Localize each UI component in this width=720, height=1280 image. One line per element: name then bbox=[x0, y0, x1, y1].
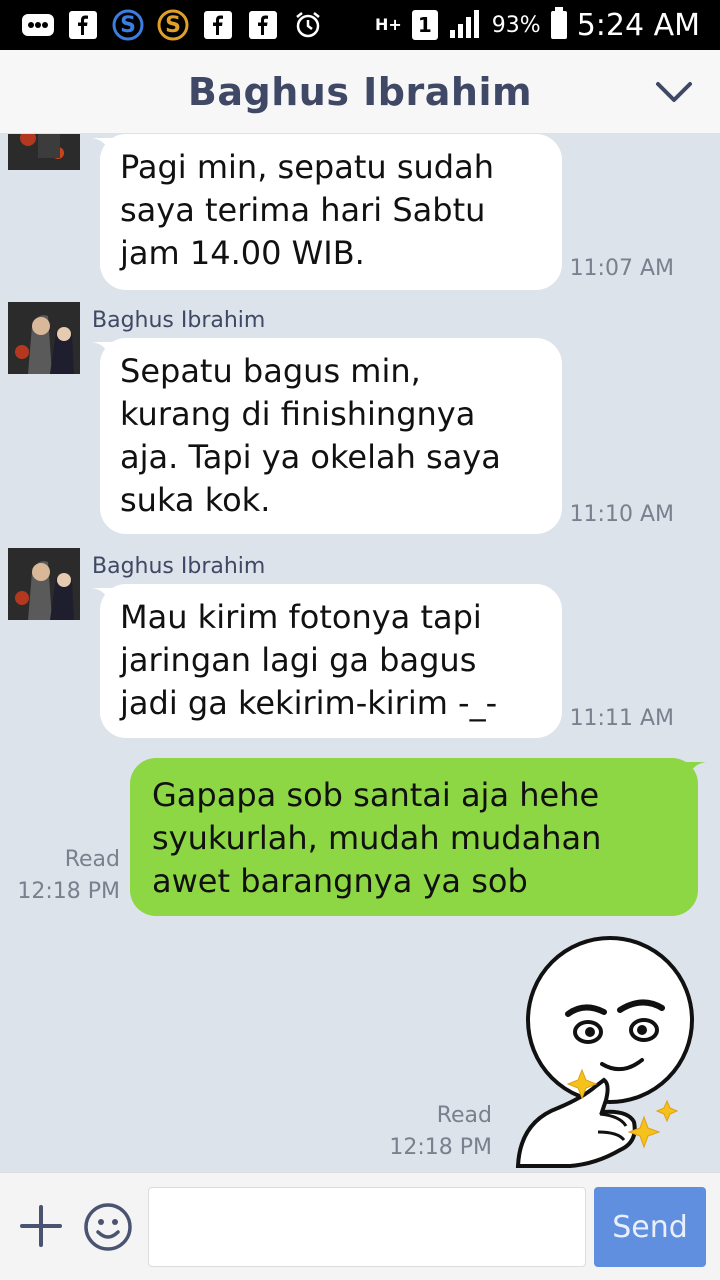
avatar[interactable] bbox=[8, 302, 80, 374]
send-button[interactable]: Send bbox=[594, 1187, 706, 1267]
message-bubble[interactable]: Mau kirim fotonya tapi jaringan lagi ga … bbox=[100, 584, 562, 738]
plus-icon[interactable] bbox=[18, 1203, 64, 1249]
read-receipt: Read 12:18 PM bbox=[10, 844, 120, 908]
sender-name: Baghus Ibrahim bbox=[92, 308, 266, 333]
message-time: 11:07 AM bbox=[569, 256, 674, 281]
read-label: Read bbox=[436, 1103, 492, 1128]
network-type: H+ bbox=[374, 15, 402, 34]
signal-icon bbox=[448, 8, 482, 42]
alarm-icon bbox=[292, 10, 324, 40]
message-time: 12:18 PM bbox=[389, 1135, 492, 1160]
message-bubble[interactable]: Pagi min, sepatu sudah saya terima hari … bbox=[100, 134, 562, 290]
battery-percent: 93% bbox=[491, 12, 541, 38]
read-receipt: Read 12:18 PM bbox=[380, 1100, 492, 1164]
notification-icons: S S bbox=[0, 9, 324, 41]
message-input-bar: Send bbox=[0, 1172, 720, 1280]
emoji-icon[interactable] bbox=[82, 1201, 134, 1253]
message-text: Pagi min, sepatu sudah saya terima hari … bbox=[120, 148, 494, 272]
status-bar: S S H+ 1 93% 5:24 AM bbox=[0, 0, 720, 50]
message-bubble[interactable]: Sepatu bagus min, kurang di finishingnya… bbox=[100, 338, 562, 534]
sim-slot-badge: 1 bbox=[411, 10, 438, 40]
svg-text:S: S bbox=[165, 13, 181, 38]
status-right: H+ 1 93% 5:24 AM bbox=[375, 0, 700, 50]
s-app-orange-icon: S bbox=[157, 9, 189, 41]
message-time: 11:10 AM bbox=[569, 502, 674, 527]
message-bubble[interactable]: Gapapa sob santai aja hehe syukurlah, mu… bbox=[130, 758, 698, 916]
status-time: 5:24 AM bbox=[576, 7, 700, 43]
message-time: 12:18 PM bbox=[17, 879, 120, 904]
chat-header: Baghus Ibrahim bbox=[0, 50, 720, 134]
message-text: Mau kirim fotonya tapi jaringan lagi ga … bbox=[120, 598, 498, 722]
s-app-blue-icon: S bbox=[112, 9, 144, 41]
more-icon bbox=[22, 10, 54, 40]
chevron-down-icon[interactable] bbox=[654, 78, 694, 108]
thumbs-up-smirk-sticker[interactable] bbox=[510, 936, 706, 1168]
bubble-tail bbox=[684, 762, 706, 786]
facebook-icon bbox=[202, 10, 234, 40]
contact-name[interactable]: Baghus Ibrahim bbox=[188, 70, 532, 114]
facebook-icon bbox=[247, 10, 279, 40]
sender-name: Baghus Ibrahim bbox=[92, 554, 266, 579]
facebook-icon bbox=[67, 10, 99, 40]
avatar[interactable] bbox=[8, 548, 80, 620]
message-list[interactable]: Pagi min, sepatu sudah saya terima hari … bbox=[0, 134, 720, 1172]
message-text: Gapapa sob santai aja hehe syukurlah, mu… bbox=[152, 776, 602, 900]
svg-text:S: S bbox=[120, 13, 136, 38]
read-label: Read bbox=[64, 847, 120, 872]
message-input[interactable] bbox=[148, 1187, 586, 1267]
avatar[interactable] bbox=[8, 134, 80, 170]
message-time: 11:11 AM bbox=[569, 706, 674, 731]
message-text: Sepatu bagus min, kurang di finishingnya… bbox=[120, 352, 501, 519]
battery-icon bbox=[550, 7, 567, 39]
